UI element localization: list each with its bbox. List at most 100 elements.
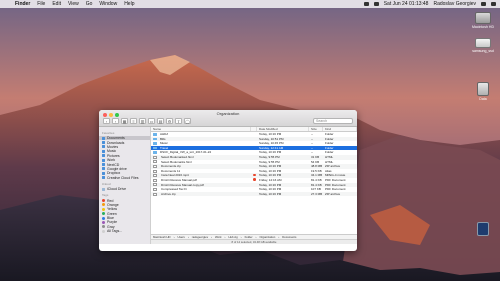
desktop-icon-server[interactable] <box>466 222 500 237</box>
desktop-icon-data[interactable]: Data <box>466 82 500 101</box>
desktop-icon-macintosh-hd[interactable]: Macintosh HD <box>466 12 500 29</box>
action-button[interactable]: ⚙ <box>166 118 173 124</box>
menu-app-name[interactable]: Finder <box>15 0 30 8</box>
sidebar-item-label: Green <box>107 211 117 216</box>
tag-dot-icon <box>102 212 105 216</box>
sidebar-item-creative-cloud-files[interactable]: Creative Cloud Files <box>99 176 150 180</box>
file-icon <box>153 160 157 164</box>
tag-dot-icon <box>102 225 105 229</box>
file-rows: AHDA Today, 10:16 PM -- Folder Bills Sunday, … <box>151 132 357 234</box>
menu-file[interactable]: File <box>37 0 45 8</box>
tag-dot-icon <box>102 203 105 207</box>
folder-icon <box>153 146 157 150</box>
forward-button[interactable]: › <box>112 118 119 124</box>
sidebar-item-label: Yellow <box>107 207 117 212</box>
tag-dot-icon <box>102 198 105 202</box>
sidebar-item-label: Music <box>107 149 117 154</box>
file-list: Name Date Modified Size Kind AHDA Today, … <box>151 127 357 244</box>
folder-icon <box>153 151 157 154</box>
list-view-button[interactable]: ≡ <box>130 118 137 124</box>
status-bar: 8 of 14 selected, 34.48 GB available <box>151 239 357 244</box>
sidebar-item-label: Movies <box>107 144 119 149</box>
folder-icon <box>102 136 105 140</box>
menu-view[interactable]: View <box>68 0 79 8</box>
notification-center-icon[interactable] <box>491 2 496 6</box>
sidebar-item-label: Purple <box>107 220 118 225</box>
column-name[interactable]: Name <box>151 127 251 131</box>
column-size[interactable]: Size <box>309 127 323 131</box>
back-button[interactable]: ‹ <box>103 118 110 124</box>
folder-icon <box>102 171 105 175</box>
sidebar-item-label: All Tags... <box>107 229 123 234</box>
title-bar[interactable]: Organization ‹ › ▦ ≡ ▥ ▭ ▤ ⚙ ⇪ ◯ Search <box>99 110 357 127</box>
folder-icon <box>102 176 105 180</box>
tag-dot-icon <box>102 229 105 233</box>
menu-go[interactable]: Go <box>86 0 93 8</box>
size-cell: 27.3 MB <box>311 191 323 196</box>
sidebar-item-label: Work <box>107 158 116 163</box>
wifi-icon[interactable] <box>363 2 369 6</box>
battery-icon[interactable] <box>373 2 379 6</box>
red-tag-icon <box>253 178 256 181</box>
column-view-button[interactable]: ▥ <box>139 118 146 124</box>
arrange-button[interactable]: ▤ <box>157 118 164 124</box>
folder-icon <box>153 142 157 145</box>
sidebar-item-label: Blue <box>107 216 115 221</box>
file-icon <box>153 183 157 187</box>
sidebar-item-label: Creative Cloud Files <box>107 175 139 180</box>
column-date-modified[interactable]: Date Modified <box>257 127 309 131</box>
sidebar-item-label: NextCD <box>107 162 120 167</box>
sidebar-tag-all-tags-[interactable]: All Tags... <box>99 229 150 233</box>
folder-icon <box>102 141 105 145</box>
drive-icon <box>477 82 489 96</box>
file-icon <box>153 187 157 191</box>
menu-bar: Finder File Edit View Go Window Help Sat… <box>0 0 500 8</box>
cloud-icon <box>102 187 105 191</box>
sidebar: Favorites Documents Downloads Movies Music P… <box>99 127 151 244</box>
desktop-icon-samsung-ssd[interactable]: samsung_ssd <box>466 38 500 53</box>
red-tag-icon <box>253 173 256 177</box>
sidebar-item-label: Downloads <box>107 140 125 145</box>
menu-help[interactable]: Help <box>124 0 134 8</box>
sidebar-item-label: Orange <box>107 202 119 207</box>
share-button[interactable]: ⇪ <box>175 118 182 124</box>
menu-edit[interactable]: Edit <box>52 0 61 8</box>
sidebar-item-label: Dropbox <box>107 171 121 176</box>
tag-dot-icon <box>102 216 105 220</box>
menu-window[interactable]: Window <box>99 0 117 8</box>
sidebar-item-label: Pictures <box>107 153 120 158</box>
toolbar: ‹ › ▦ ≡ ▥ ▭ ▤ ⚙ ⇪ ◯ Search <box>103 117 353 125</box>
folder-icon <box>102 163 105 167</box>
external-drive-icon <box>475 38 491 48</box>
folder-icon <box>153 133 157 136</box>
tag-button[interactable]: ◯ <box>184 118 191 124</box>
spotlight-icon[interactable] <box>481 2 486 6</box>
folder-icon <box>102 158 105 162</box>
file-icon <box>153 192 157 196</box>
sidebar-item-icloud-drive[interactable]: iCloud Drive <box>99 187 150 191</box>
search-field[interactable]: Search <box>313 118 353 124</box>
folder-icon <box>102 154 105 158</box>
menubar-user[interactable]: Radoslav Georgiev <box>433 0 476 8</box>
sidebar-item-label: iCloud Drive <box>107 187 127 192</box>
server-icon <box>477 222 489 236</box>
folder-icon <box>102 167 105 171</box>
kind-cell: ZIP archive <box>325 191 341 196</box>
desktop-icon-label: samsung_ssd <box>472 49 494 53</box>
table-row[interactable]: Archive.zip Today, 10:16 PM 27.3 MB ZIP arc… <box>151 191 357 197</box>
window-title: Organization <box>216 111 240 116</box>
tag-dot-icon <box>102 207 105 211</box>
column-kind[interactable]: Kind <box>323 127 357 131</box>
sidebar-item-label: Red <box>107 198 114 203</box>
desktop-icon-label: Macintosh HD <box>472 25 494 29</box>
gallery-view-button[interactable]: ▭ <box>148 118 155 124</box>
sidebar-item-label: Gray <box>107 224 115 229</box>
icon-view-button[interactable]: ▦ <box>121 118 128 124</box>
file-name: Archive.zip <box>161 191 176 196</box>
menubar-clock[interactable]: Sat Jun 24 01:13:48 <box>384 0 429 8</box>
hard-drive-icon <box>475 12 491 24</box>
file-name-cell: Archive.zip <box>151 192 251 197</box>
folder-icon <box>102 145 105 149</box>
apple-menu-icon[interactable] <box>4 2 9 7</box>
folder-icon <box>153 137 157 141</box>
